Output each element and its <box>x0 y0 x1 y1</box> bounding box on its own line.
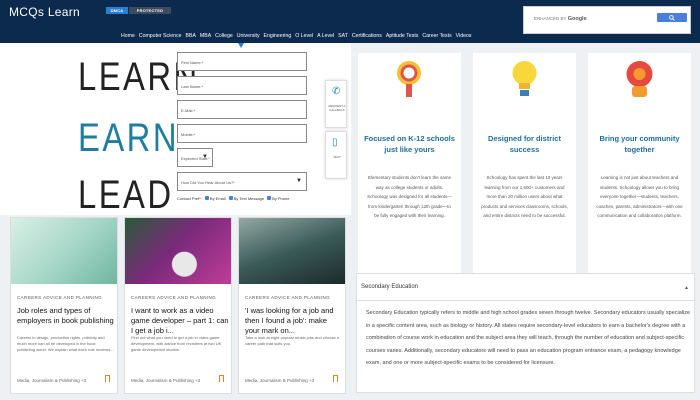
search-input[interactable]: ENHANCED BY Google <box>534 16 587 22</box>
feature-title: Bring your community together <box>599 134 680 154</box>
contact-option-phone-label: By Phone <box>272 196 290 201</box>
bookmark-icon[interactable] <box>105 375 110 382</box>
article-tags: Media, Journalism & Publishing +3 <box>245 378 315 383</box>
text-label: TEXT <box>333 155 341 159</box>
feature-title: Designed for district success <box>488 134 561 154</box>
bookmark-icon[interactable] <box>333 375 338 382</box>
magnifier-icon <box>397 61 421 97</box>
contact-option-phone[interactable]: By Phone <box>267 196 289 201</box>
protected-badge[interactable]: PROTECTED <box>129 7 171 14</box>
checkbox-icon[interactable] <box>267 196 272 200</box>
feature-title: Focused on K-12 schools just like yours <box>364 134 455 154</box>
request-callback-button[interactable]: ✆ REQUEST A CALLBACK <box>325 80 347 128</box>
nav-item-mba[interactable]: MBA <box>200 33 211 39</box>
last-name-placeholder: Last Name:* <box>181 84 204 89</box>
article-description: Careers in design, production rights, pu… <box>17 335 114 352</box>
hero-section: LEARN EARN LEAD First Name:* Last Name:*… <box>0 43 351 215</box>
email-field[interactable]: E-Mail:* <box>177 100 307 119</box>
article-card[interactable]: CAREERS ADVICE AND PLANNING 'I was looki… <box>238 217 346 394</box>
top-header: MCQs Learn DMCA PROTECTED ENHANCED BY Go… <box>0 0 700 43</box>
article-image <box>239 218 345 284</box>
accordion-heading: Secondary Education <box>361 284 419 290</box>
features-panel: Focused on K-12 schools just like yours … <box>351 43 700 400</box>
heard-about-label: How Did You Hear About Us?* <box>181 180 235 185</box>
dmca-badge[interactable]: DMCA <box>106 7 128 14</box>
article-card[interactable]: CAREERS ADVICE AND PLANNING I want to wo… <box>124 217 232 394</box>
nav-item-aptitude-tests[interactable]: Aptitude Tests <box>386 33 419 39</box>
main-nav: Home Computer Science BBA MBA College Un… <box>121 33 471 39</box>
nav-item-a-level[interactable]: A Level <box>317 33 334 39</box>
site-logo[interactable]: MCQs Learn <box>9 5 80 19</box>
checkbox-icon[interactable] <box>204 196 209 200</box>
article-description: Take a look at eight popular music jobs … <box>245 335 340 346</box>
accordion-body: Secondary Education typically refers to … <box>366 310 691 366</box>
nav-item-videos[interactable]: Videos <box>456 33 472 39</box>
text-button[interactable]: ▯ TEXT <box>325 131 347 179</box>
article-title[interactable]: I want to work as a video game developer… <box>131 306 229 336</box>
nav-item-career-tests[interactable]: Career Tests <box>422 33 451 39</box>
article-description: Find out what you need to get a job in v… <box>131 335 222 352</box>
feature-card: Designed for district success Schoology … <box>473 53 576 303</box>
search-enhanced-label: ENHANCED BY <box>534 16 567 21</box>
feature-card: Bring your community together Learning i… <box>588 53 691 303</box>
article-category: CAREERS ADVICE AND PLANNING <box>131 295 217 300</box>
google-search-box[interactable]: ENHANCED BY Google <box>523 6 691 34</box>
contact-option-text-label: By Text Message <box>233 196 265 201</box>
first-name-placeholder: First Name:* <box>181 60 204 65</box>
article-tags: Media, Journalism & Publishing +3 <box>131 378 201 383</box>
article-title[interactable]: 'I was looking for a job and then I foun… <box>245 306 343 336</box>
expected-start-select[interactable]: Expected Start:* ▼ <box>177 148 213 167</box>
chevron-up-icon[interactable]: ▲ <box>684 285 689 291</box>
feature-text: Learning is not just about teachers and … <box>596 175 683 218</box>
mobile-text-icon: ▯ <box>332 137 338 148</box>
form-marker <box>238 43 244 48</box>
nav-item-computer-science[interactable]: Computer Science <box>139 33 182 39</box>
feature-card: Focused on K-12 schools just like yours … <box>358 53 461 303</box>
contact-pref-label: Contact Pref*: <box>177 196 202 201</box>
chevron-down-icon: ▼ <box>296 178 302 184</box>
nav-item-home[interactable]: Home <box>121 33 135 39</box>
heard-about-select[interactable]: How Did You Hear About Us?* ▼ <box>177 172 307 191</box>
checkbox-icon[interactable] <box>228 196 233 200</box>
feature-text: Schoology has spent the last 10 years le… <box>481 175 568 218</box>
lightbulb-icon <box>512 61 537 96</box>
article-tags: Media, Journalism & Publishing +3 <box>17 378 87 383</box>
nav-item-college[interactable]: College <box>215 33 233 39</box>
feature-text: Elementary students don't learn the same… <box>367 175 452 218</box>
search-icon <box>669 14 675 21</box>
email-placeholder: E-Mail:* <box>181 108 196 113</box>
contact-option-email[interactable]: By Email <box>204 196 226 201</box>
mobile-placeholder: Mobile:* <box>181 132 196 137</box>
secondary-education-accordion: Secondary Education ▲ Secondary Educatio… <box>356 273 695 393</box>
contact-option-email-label: By Email <box>209 196 226 201</box>
article-card[interactable]: CAREERS ADVICE AND PLANNING Job roles an… <box>10 217 118 394</box>
nav-item-bba[interactable]: BBA <box>186 33 196 39</box>
article-image <box>125 218 231 284</box>
request-callback-label: REQUEST A CALLBACK <box>328 104 346 112</box>
last-name-field[interactable]: Last Name:* <box>177 76 307 95</box>
nav-item-sat[interactable]: SAT <box>338 33 348 39</box>
article-category: CAREERS ADVICE AND PLANNING <box>17 295 103 300</box>
google-label: Google <box>567 16 587 22</box>
nav-item-certifications[interactable]: Certifications <box>352 33 382 39</box>
nav-item-o-level[interactable]: O Level <box>295 33 313 39</box>
article-image <box>11 218 117 284</box>
article-category: CAREERS ADVICE AND PLANNING <box>245 295 331 300</box>
first-name-field[interactable]: First Name:* <box>177 52 307 71</box>
search-button[interactable] <box>657 13 687 22</box>
chevron-down-icon: ▼ <box>202 154 208 160</box>
nav-item-engineering[interactable]: Engineering <box>264 33 292 39</box>
community-icon <box>626 61 653 97</box>
phone-icon: ✆ <box>332 86 341 97</box>
nav-item-university[interactable]: University <box>237 33 260 39</box>
contact-option-text[interactable]: By Text Message <box>228 196 265 201</box>
contact-preference-row: Contact Pref*: By Email By Text Message … <box>177 196 289 201</box>
accordion-header[interactable]: Secondary Education ▲ <box>357 274 694 301</box>
mobile-field[interactable]: Mobile:* <box>177 124 307 143</box>
bookmark-icon[interactable] <box>219 375 224 382</box>
hero-word-lead: LEAD <box>78 173 174 215</box>
article-title[interactable]: Job roles and types of employers in book… <box>17 306 115 326</box>
hero-word-earn: EARN <box>78 116 179 160</box>
